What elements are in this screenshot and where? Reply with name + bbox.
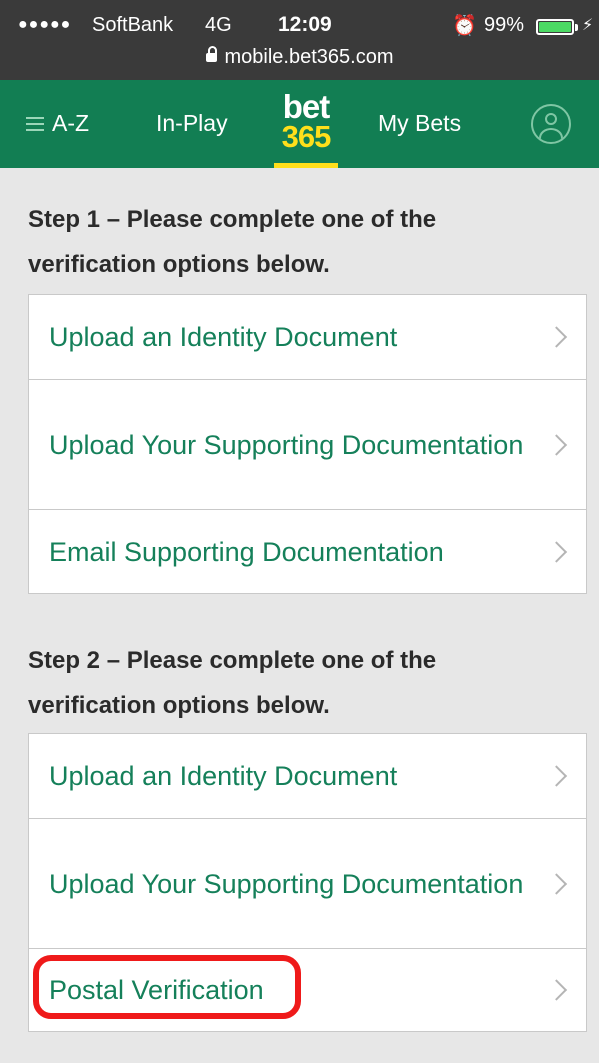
network-type: 4G: [205, 14, 232, 36]
signal-strength-icon: ●●●●●: [18, 16, 72, 33]
step2-option-upload-supporting[interactable]: Upload Your Supporting Documentation: [29, 819, 586, 949]
my-bets-link[interactable]: My Bets: [378, 110, 461, 137]
option-label: Upload an Identity Document: [49, 761, 398, 791]
step1-option-email-supporting[interactable]: Email Supporting Documentation: [29, 510, 586, 593]
status-row: ●●●●● SoftBank 4G 12:09 ⏰ 99% ⚡︎: [0, 12, 599, 40]
step2-option-upload-identity[interactable]: Upload an Identity Document: [29, 734, 586, 819]
step2-option-postal-verification[interactable]: Postal Verification: [29, 949, 586, 1031]
step1-options-list: Upload an Identity Document Upload Your …: [28, 294, 587, 594]
option-label: Email Supporting Documentation: [49, 536, 444, 567]
status-bar: ●●●●● SoftBank 4G 12:09 ⏰ 99% ⚡︎ mobile.…: [0, 0, 599, 80]
chevron-right-icon: [545, 979, 568, 1001]
option-label: Upload Your Supporting Documentation: [49, 429, 524, 460]
step1-option-upload-supporting[interactable]: Upload Your Supporting Documentation: [29, 380, 586, 510]
battery-percent: 99%: [484, 14, 525, 36]
step2-heading: Step 2 – Please complete one of the veri…: [28, 647, 437, 719]
account-head-shape: [545, 113, 557, 125]
az-label: A-Z: [52, 110, 90, 136]
chevron-right-icon: [545, 765, 568, 787]
step1-option-upload-identity[interactable]: Upload an Identity Document: [29, 295, 586, 380]
chevron-right-icon: [545, 872, 568, 895]
url-text: mobile.bet365.com: [224, 46, 394, 68]
battery-icon: [536, 19, 574, 35]
step2-options-list: Upload an Identity Document Upload Your …: [28, 733, 587, 1032]
clock-time: 12:09: [278, 13, 332, 36]
chevron-right-icon: [545, 433, 568, 456]
logo-underline: [274, 163, 338, 168]
site-header: A-Z In-Play bet 365 My Bets: [0, 80, 599, 168]
chevron-right-icon: [545, 540, 568, 563]
az-menu-button[interactable]: A-Z: [26, 110, 89, 137]
option-label: Upload Your Supporting Documentation: [49, 868, 524, 899]
charging-bolt-icon: ⚡︎: [582, 17, 594, 34]
hamburger-menu-icon: [26, 117, 44, 131]
alarm-clock-icon: ⏰: [452, 15, 477, 37]
step1-heading: Step 1 – Please complete one of the veri…: [28, 206, 437, 278]
battery-tip: [575, 24, 578, 31]
account-body-shape: [539, 128, 563, 142]
logo-text-top: bet: [282, 88, 331, 125]
option-label: Postal Verification: [49, 975, 264, 1005]
option-label: Upload an Identity Document: [49, 322, 398, 352]
carrier-name: SoftBank: [92, 14, 174, 36]
logo-text-bottom: 365: [281, 119, 332, 154]
account-icon[interactable]: [531, 104, 571, 144]
lock-icon: [205, 46, 217, 62]
address-bar[interactable]: mobile.bet365.com: [0, 46, 599, 74]
chevron-right-icon: [545, 326, 568, 348]
bet365-logo[interactable]: bet 365: [270, 88, 342, 168]
in-play-link[interactable]: In-Play: [156, 110, 228, 137]
